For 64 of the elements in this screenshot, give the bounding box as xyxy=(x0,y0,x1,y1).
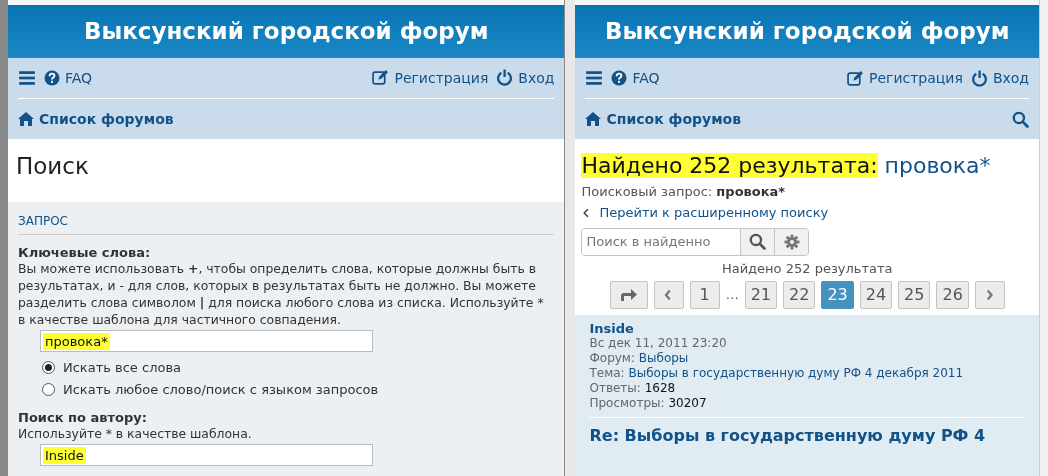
edit-icon xyxy=(372,69,390,87)
next-page-button[interactable] xyxy=(974,280,1005,309)
jump-to-page-button[interactable] xyxy=(609,280,648,309)
help-text: Вы можете использовать +, чтобы определить слова, которые должны быть в результатах, и - для слов, которых в результатах быть не должно. Вы можете разделить слова символом | для поиска любого слова из списка. Используйте * в качестве шаблона для частичного совпадения. xyxy=(18,260,545,328)
menu-icon xyxy=(585,69,604,87)
search-button[interactable] xyxy=(1012,110,1029,128)
meta-stat-line: Ответы: 1628 xyxy=(589,380,677,396)
page-button[interactable]: 24 xyxy=(859,280,893,309)
power-icon xyxy=(496,69,514,87)
register-link[interactable]: Регистрация xyxy=(847,69,963,87)
results-heading: Найдено 252 результата: провока* xyxy=(581,153,992,178)
meta-link-line: Форум: Выборы xyxy=(589,350,690,366)
search-button[interactable] xyxy=(740,228,775,255)
search-results-field[interactable]: Поиск в найденно xyxy=(581,227,810,256)
register-link[interactable]: Регистрация xyxy=(372,69,489,87)
page-title: Поиск xyxy=(15,151,90,181)
input-field[interactable]: провока* xyxy=(40,330,373,352)
faq-link[interactable]: FAQ xyxy=(611,70,660,86)
help-icon xyxy=(611,70,628,86)
input-field[interactable]: Inside xyxy=(40,444,373,466)
help-icon xyxy=(44,69,60,86)
meta-link-line: Тема: Выборы в государственную думу РФ 4 декабря 2011 xyxy=(589,365,965,381)
search-icon xyxy=(749,233,767,250)
meta-stat-line: Просмотры: 30207 xyxy=(589,395,708,411)
radio-label: Искать все слова xyxy=(63,359,182,375)
login-link[interactable]: Вход xyxy=(970,69,1029,87)
advanced-search-link[interactable]: Перейти к расширенному поиску xyxy=(581,205,829,220)
page-button[interactable]: 26 xyxy=(936,280,969,309)
home-icon xyxy=(18,110,34,127)
page-button[interactable]: 1 xyxy=(689,280,720,309)
pagination-ellipsis: … xyxy=(725,287,739,302)
site-title: Выксунский городской форум xyxy=(575,5,1039,58)
radio-label: Искать любое слово/поиск с языком запросов xyxy=(63,381,379,397)
post-title-link[interactable]: Re: Выборы в государственную думу РФ 4 xyxy=(589,416,1025,445)
search-icon xyxy=(1012,110,1029,128)
radio-button[interactable] xyxy=(42,360,55,374)
settings-button[interactable] xyxy=(774,228,809,255)
previous-page-button[interactable] xyxy=(653,280,684,309)
scrollbar[interactable] xyxy=(1039,0,1048,476)
post-date: Вс дек 11, 2011 23:20 xyxy=(589,335,728,351)
page-button[interactable]: 25 xyxy=(898,280,931,309)
site-title: Выксунский городской форум xyxy=(8,4,565,58)
field-label: Поиск по автору: xyxy=(18,410,148,425)
login-link[interactable]: Вход xyxy=(496,69,555,87)
menu-icon xyxy=(18,68,36,87)
section-heading: ЗАПРОС xyxy=(18,210,555,235)
settings-icon xyxy=(783,233,800,250)
home-icon xyxy=(585,111,602,127)
radio-button[interactable] xyxy=(42,382,55,396)
faq-link[interactable]: FAQ xyxy=(44,69,93,86)
power-icon xyxy=(970,69,988,87)
page-button[interactable]: 22 xyxy=(783,280,816,309)
help-text: Используйте * в качестве шаблона. xyxy=(18,425,253,442)
results-count: Найдено 252 результата xyxy=(720,260,894,276)
breadcrumb-link[interactable]: Список форумов xyxy=(18,110,174,127)
menu-button[interactable] xyxy=(18,68,36,87)
author-link[interactable]: Inside xyxy=(589,320,1025,336)
menu-button[interactable] xyxy=(585,69,604,87)
breadcrumb-link[interactable]: Список форумов xyxy=(585,111,742,127)
page-button[interactable]: 21 xyxy=(744,280,777,309)
edit-icon xyxy=(847,69,864,87)
field-label: Ключевые слова: xyxy=(18,245,152,260)
page-button[interactable]: 23 xyxy=(821,280,854,309)
search-query-text: Поисковый запрос: провока* xyxy=(581,184,787,199)
